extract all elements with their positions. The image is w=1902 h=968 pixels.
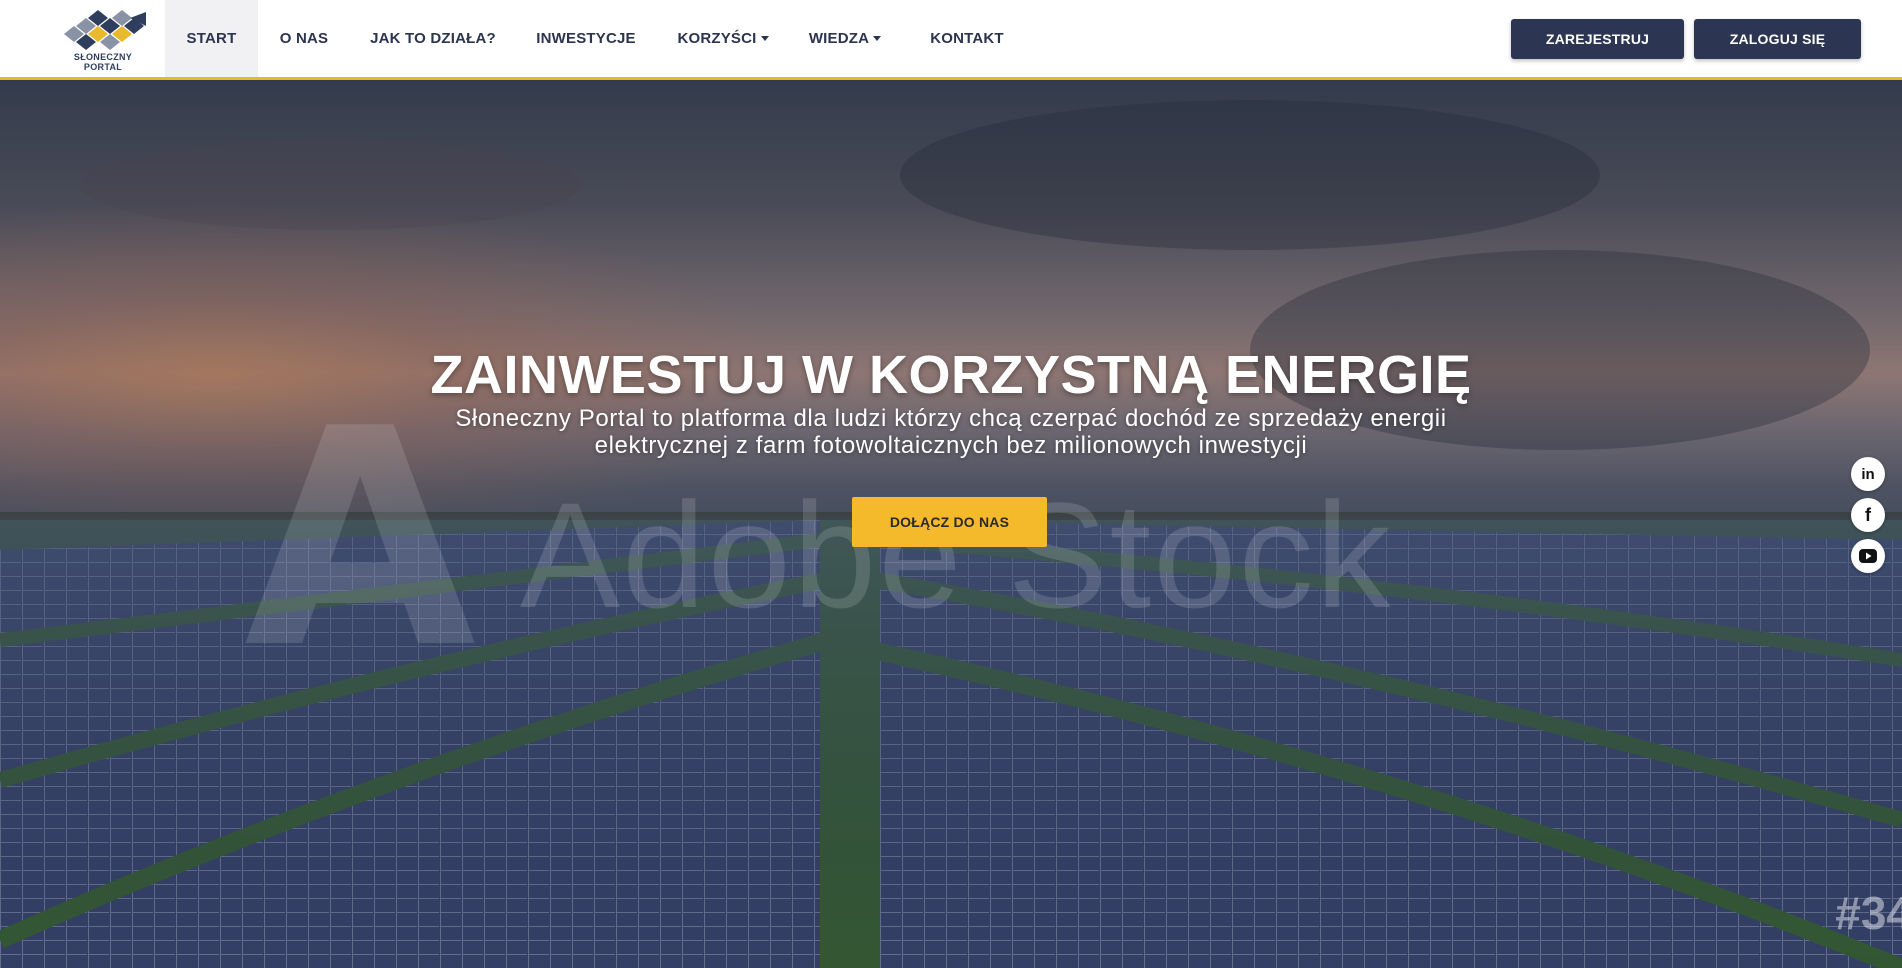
navbar: SŁONECZNY PORTAL START O NAS JAK TO DZIA… bbox=[0, 0, 1902, 80]
nav-o-nas[interactable]: O NAS bbox=[268, 0, 340, 77]
login-button[interactable]: ZALOGUJ SIĘ bbox=[1694, 19, 1861, 59]
solar-panel-logo-icon bbox=[64, 10, 146, 50]
nav-korzysci-label: KORZYŚCI bbox=[677, 30, 757, 47]
register-button[interactable]: ZAREJESTRUJ bbox=[1511, 19, 1684, 59]
brand-logo[interactable]: SŁONECZNY PORTAL bbox=[56, 8, 154, 72]
nav-wiedza-label: WIEDZA bbox=[808, 30, 870, 47]
linkedin-glyph: in bbox=[1861, 465, 1875, 483]
hero-subtitle: Słoneczny Portal to platforma dla ludzi … bbox=[455, 405, 1447, 459]
nav-jak-to-dziala[interactable]: JAK TO DZIAŁA? bbox=[360, 0, 506, 77]
nav-start[interactable]: START bbox=[165, 0, 258, 77]
hero-section: A Adobe Stock #34 ZAINWESTUJ W KORZYSTNĄ… bbox=[0, 80, 1902, 968]
caret-down-icon bbox=[760, 36, 769, 41]
watermark-code: #34 bbox=[1835, 887, 1902, 939]
hero-title: ZAINWESTUJ W KORZYSTNĄ ENERGIĘ bbox=[430, 345, 1472, 405]
caret-down-icon bbox=[873, 36, 882, 41]
brand-name-line2: PORTAL bbox=[83, 62, 123, 72]
nav-wiedza-dropdown[interactable]: WIEDZA bbox=[804, 0, 886, 77]
nav-korzysci-dropdown[interactable]: KORZYŚCI bbox=[668, 0, 778, 77]
join-us-button[interactable]: DOŁĄCZ DO NAS bbox=[852, 497, 1047, 547]
youtube-play-icon bbox=[1859, 549, 1877, 563]
brand-name-line1: SŁONECZNY bbox=[73, 52, 133, 62]
nav-kontakt[interactable]: KONTAKT bbox=[924, 0, 1010, 77]
nav-inwestycje[interactable]: INWESTYCJE bbox=[528, 0, 644, 77]
facebook-icon[interactable]: f bbox=[1851, 498, 1885, 532]
facebook-glyph: f bbox=[1865, 504, 1871, 525]
linkedin-icon[interactable]: in bbox=[1851, 457, 1885, 491]
youtube-icon[interactable] bbox=[1851, 539, 1885, 573]
